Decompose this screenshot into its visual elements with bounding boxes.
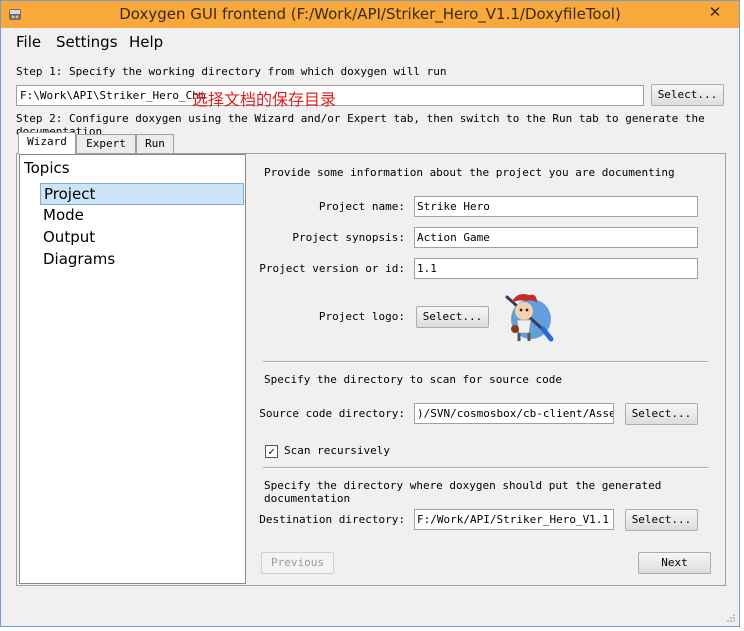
destination-dir-value: F:/Work/API/Striker_Hero_V1.1 bbox=[417, 513, 610, 526]
window-title: Doxygen GUI frontend (F:/Work/API/Strike… bbox=[119, 5, 621, 23]
title-bar[interactable]: Doxygen GUI frontend (F:/Work/API/Strike… bbox=[1, 1, 739, 28]
menu-help[interactable]: Help bbox=[129, 33, 163, 51]
working-directory-value: F:\Work\API\Striker_Hero_Chm bbox=[20, 89, 206, 102]
destination-dir-input[interactable]: F:/Work/API/Striker_Hero_V1.1 bbox=[414, 509, 614, 530]
source-dir-select-button[interactable]: Select... bbox=[625, 403, 698, 425]
project-version-input[interactable]: 1.1 bbox=[414, 258, 698, 279]
project-synopsis-value: Action Game bbox=[417, 231, 490, 244]
project-logo-select-button[interactable]: Select... bbox=[416, 306, 489, 328]
project-name-value: Strike Hero bbox=[417, 200, 490, 213]
menu-settings[interactable]: Settings bbox=[56, 33, 118, 51]
scan-recursively-checkbox[interactable]: ✓ bbox=[265, 445, 278, 458]
project-logo-label: Project logo: bbox=[318, 310, 405, 323]
menu-bar: File Settings Help bbox=[1, 29, 739, 55]
project-name-label: Project name: bbox=[318, 200, 405, 213]
destination-intro: Specify the directory where doxygen shou… bbox=[264, 479, 662, 505]
topics-header: Topics bbox=[24, 159, 70, 177]
topic-mode[interactable]: Mode bbox=[40, 205, 244, 227]
project-version-value: 1.1 bbox=[417, 262, 437, 275]
divider-source bbox=[263, 467, 708, 469]
topic-project[interactable]: Project bbox=[40, 183, 244, 205]
previous-button[interactable]: Previous bbox=[261, 552, 334, 574]
destination-dir-select-button[interactable]: Select... bbox=[625, 509, 698, 531]
directory-note: 选择文档的保存目录 bbox=[192, 90, 337, 109]
source-dir-input[interactable]: )/SVN/cosmosbox/cb-client/Assets bbox=[414, 403, 614, 424]
source-intro: Specify the directory to scan for source… bbox=[264, 373, 563, 386]
scan-recursively-label: Scan recursively bbox=[284, 444, 390, 457]
project-intro: Provide some information about the proje… bbox=[264, 166, 675, 179]
tab-run[interactable]: Run bbox=[136, 134, 174, 153]
project-version-label: Project version or id: bbox=[259, 262, 405, 275]
topic-output[interactable]: Output bbox=[40, 227, 244, 249]
next-button[interactable]: Next bbox=[638, 552, 711, 574]
working-directory-select-button[interactable]: Select... bbox=[651, 84, 724, 106]
project-logo-image bbox=[505, 294, 554, 342]
destination-dir-label: Destination directory: bbox=[259, 513, 405, 526]
project-name-input[interactable]: Strike Hero bbox=[414, 196, 698, 217]
resize-grip-icon[interactable] bbox=[726, 613, 736, 623]
project-synopsis-label: Project synopsis: bbox=[292, 231, 405, 244]
tab-wizard[interactable]: Wizard bbox=[18, 132, 76, 154]
topics-list: Topics Project Mode Output Diagrams bbox=[19, 154, 246, 584]
project-synopsis-input[interactable]: Action Game bbox=[414, 227, 698, 248]
main-window: Doxygen GUI frontend (F:/Work/API/Strike… bbox=[0, 0, 740, 627]
close-button[interactable]: ✕ bbox=[697, 2, 733, 22]
source-dir-label: Source code directory: bbox=[259, 407, 405, 420]
tab-expert[interactable]: Expert bbox=[76, 134, 136, 153]
topic-diagrams[interactable]: Diagrams bbox=[40, 249, 244, 271]
menu-file[interactable]: File bbox=[16, 33, 41, 51]
divider-project bbox=[263, 361, 708, 363]
source-dir-value: )/SVN/cosmosbox/cb-client/Assets bbox=[417, 407, 614, 420]
step1-label: Step 1: Specify the working directory fr… bbox=[16, 65, 447, 78]
